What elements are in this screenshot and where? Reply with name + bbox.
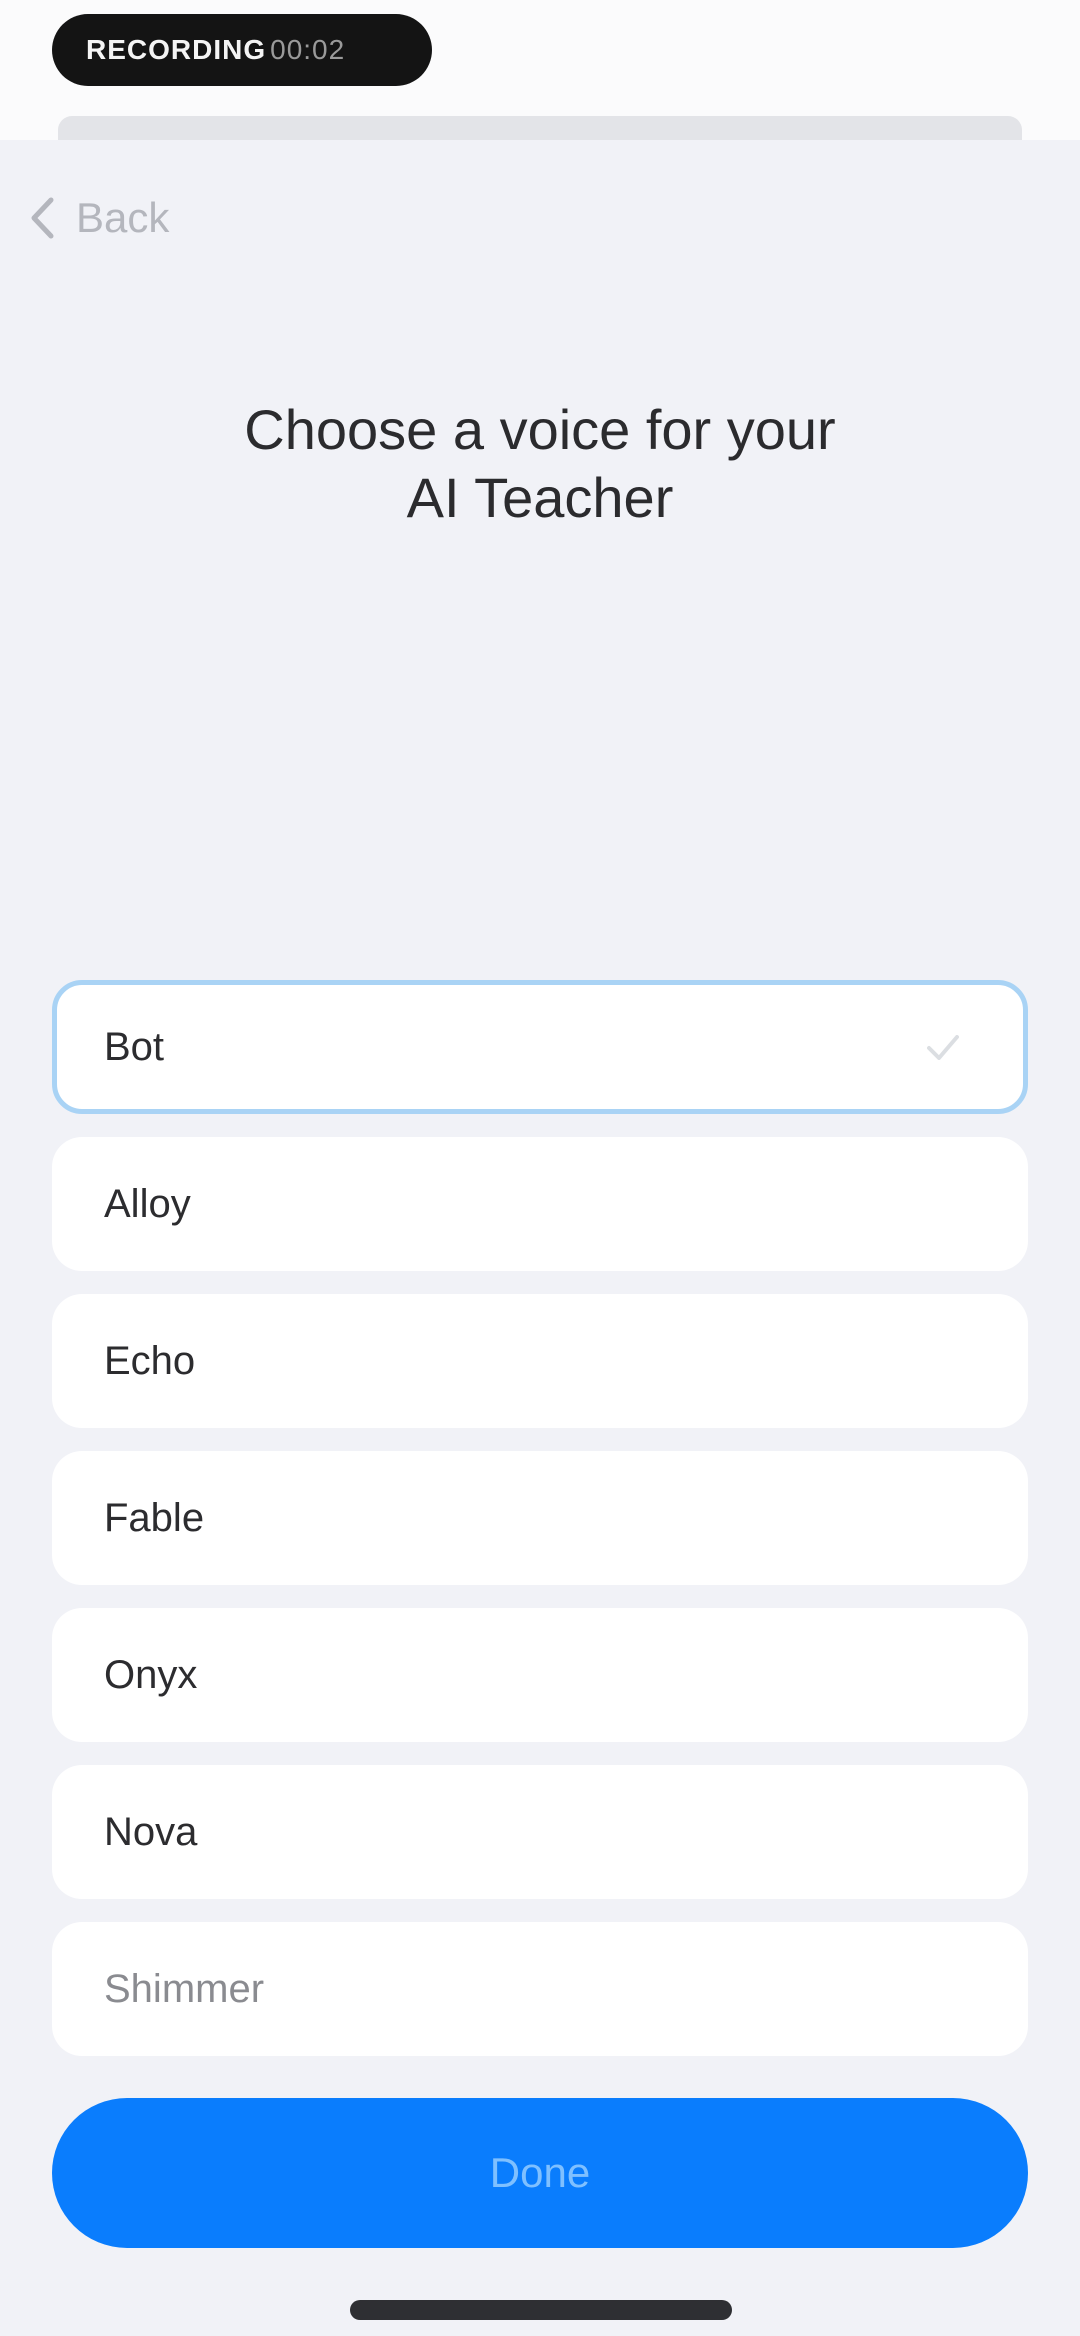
recording-label: RECORDING xyxy=(86,34,267,65)
voice-selection-screen: RECORDING 00:02 Back Choose a voice for … xyxy=(0,0,1080,2336)
status-area: RECORDING 00:02 xyxy=(0,0,1080,144)
home-indicator[interactable] xyxy=(350,2300,732,2320)
page-title-line-1: Choose a voice for your xyxy=(244,398,836,461)
voice-option-label: Alloy xyxy=(104,1181,191,1226)
voice-option-label: Nova xyxy=(104,1809,198,1854)
done-button[interactable]: Done xyxy=(52,2098,1028,2248)
voice-option-fable[interactable]: Fable xyxy=(52,1451,1028,1585)
voice-option-label: Bot xyxy=(104,1024,165,1069)
voice-option-echo[interactable]: Echo xyxy=(52,1294,1028,1428)
voice-option-onyx[interactable]: Onyx xyxy=(52,1608,1028,1742)
voice-option-alloy[interactable]: Alloy xyxy=(52,1137,1028,1271)
voice-option-label: Fable xyxy=(104,1495,205,1540)
voice-option-shimmer[interactable]: Shimmer xyxy=(52,1922,1028,2056)
checkmark-icon xyxy=(923,1027,963,1067)
page-title: Choose a voice for your AI Teacher xyxy=(90,396,990,532)
voice-option-nova[interactable]: Nova xyxy=(52,1765,1028,1899)
back-button[interactable]: Back xyxy=(22,188,169,248)
back-label: Back xyxy=(76,194,170,241)
chevron-left-icon xyxy=(22,193,62,243)
recording-indicator[interactable]: RECORDING 00:02 xyxy=(52,14,432,86)
page-title-line-2: AI Teacher xyxy=(406,466,674,529)
voice-option-label: Echo xyxy=(104,1338,196,1383)
voice-option-label: Onyx xyxy=(104,1652,198,1697)
voice-option-label: Shimmer xyxy=(104,1966,265,2011)
voice-list: Bot Alloy Echo Fable Onyx Nova Shimmer xyxy=(52,980,1028,2079)
voice-option-bot[interactable]: Bot xyxy=(52,980,1028,1114)
recording-time: 00:02 xyxy=(270,34,346,65)
